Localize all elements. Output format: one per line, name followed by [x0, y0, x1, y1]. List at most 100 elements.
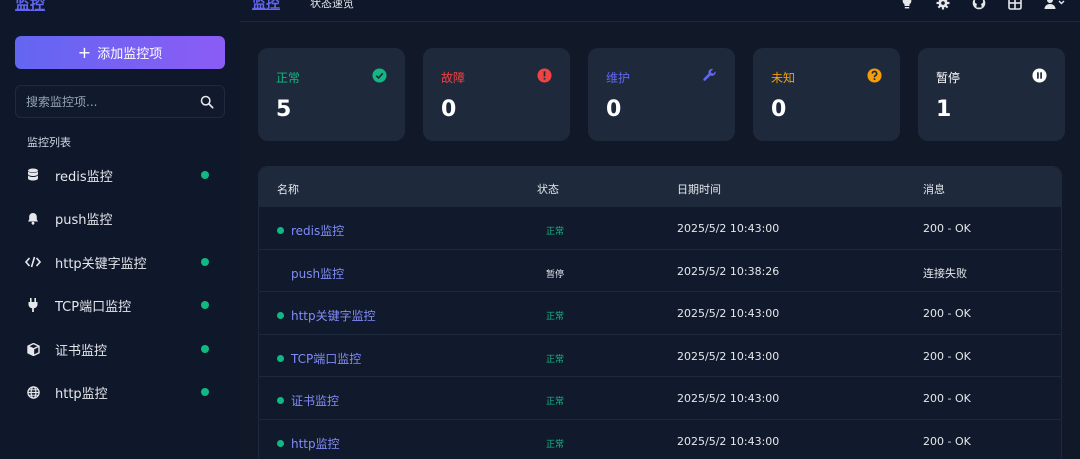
- card-label: 正常: [276, 71, 301, 85]
- cube-icon: [25, 341, 41, 357]
- sidebar-brand[interactable]: 监控: [15, 0, 45, 14]
- topbar-icons: [900, 0, 1066, 10]
- topbar: 监控 状态速览: [240, 0, 1080, 22]
- row-status: 正常: [546, 439, 565, 450]
- card-unknown[interactable]: 未知 0: [753, 48, 900, 141]
- topbar-subtitle: 状态速览: [310, 0, 354, 10]
- topbar-brand[interactable]: 监控: [252, 0, 280, 13]
- app: 监控 + 添加监控项 监控列表 redis监控 push监控: [0, 0, 1080, 459]
- status-dot: [201, 258, 209, 266]
- gear-icon[interactable]: [936, 0, 950, 10]
- table-row[interactable]: http监控 正常 2025/5/2 10:43:00 200 - OK: [259, 420, 1061, 459]
- row-name[interactable]: http监控: [277, 435, 340, 452]
- row-status: 正常: [546, 397, 565, 407]
- row-status: 暂停: [546, 269, 565, 280]
- sidebar-item-push[interactable]: push监控: [15, 200, 225, 236]
- column-header[interactable]: 消息: [923, 181, 945, 197]
- sidebar-item-label: http关键字监控: [55, 256, 147, 272]
- column-header[interactable]: 名称: [277, 181, 299, 197]
- status-dot: [277, 397, 284, 404]
- card-maintenance[interactable]: 维护 0: [588, 48, 735, 141]
- add-monitor-label: 添加监控项: [97, 47, 163, 62]
- monitor-list-title: 监控列表: [27, 136, 71, 149]
- search-input[interactable]: [26, 94, 200, 109]
- row-name[interactable]: TCP端口监控: [277, 350, 361, 367]
- status-dot: [277, 227, 284, 234]
- row-message: 200 - OK: [923, 222, 971, 235]
- user-icon[interactable]: [1044, 0, 1066, 10]
- row-name[interactable]: 证书监控: [277, 392, 339, 409]
- table-row[interactable]: push监控 暂停 2025/5/2 10:38:26 连接失败: [259, 250, 1061, 292]
- table-row[interactable]: TCP端口监控 正常 2025/5/2 10:43:00 200 - OK: [259, 335, 1061, 377]
- row-message: 200 - OK: [923, 392, 971, 405]
- status-dot: [201, 388, 209, 396]
- row-name-text: push监控: [291, 266, 345, 281]
- table-row[interactable]: redis监控 正常 2025/5/2 10:43:00 200 - OK: [259, 207, 1061, 250]
- pause-circle-icon: [1032, 68, 1047, 83]
- card-label: 维护: [606, 71, 631, 85]
- code-icon: [25, 254, 41, 270]
- search-box: [15, 85, 225, 118]
- row-time: 2025/5/2 10:43:00: [677, 349, 780, 363]
- row-time: 2025/5/2 10:43:00: [677, 434, 780, 448]
- status-dot: [277, 354, 284, 362]
- sidebar-item-label: push监控: [55, 212, 113, 228]
- row-time: 2025/5/2 10:38:26: [677, 264, 780, 278]
- row-message: 连接失败: [923, 266, 967, 280]
- table-row[interactable]: http关键字监控 正常 2025/5/2 10:43:00 200 - OK: [259, 292, 1061, 335]
- plus-icon: +: [77, 42, 92, 62]
- alert-circle-icon: [537, 68, 552, 83]
- card-label: 暂停: [936, 71, 961, 85]
- sidebar: 监控 + 添加监控项 监控列表 redis监控 push监控: [0, 0, 240, 459]
- status-dot: [277, 312, 284, 319]
- database-icon: [25, 167, 41, 183]
- status-dot: [277, 439, 284, 447]
- search-icon[interactable]: [200, 95, 214, 109]
- sidebar-item-cert[interactable]: 证书监控: [15, 331, 225, 367]
- add-monitor-button[interactable]: + 添加监控项: [15, 36, 225, 69]
- sidebar-item-tcp[interactable]: TCP端口监控: [15, 287, 225, 323]
- sidebar-item-label: redis监控: [55, 169, 113, 185]
- sidebar-item-http-keyword[interactable]: http关键字监控: [15, 244, 225, 280]
- grid-icon[interactable]: [1008, 0, 1022, 10]
- card-fault[interactable]: 故障 0: [423, 48, 570, 141]
- status-cards: 正常 5 故障 0 维护 0 未知 0 暂停 1: [258, 48, 1065, 141]
- sidebar-item-redis[interactable]: redis监控: [15, 157, 225, 193]
- row-name[interactable]: push监控: [277, 265, 344, 282]
- card-paused[interactable]: 暂停 1: [918, 48, 1065, 141]
- plug-icon: [25, 297, 41, 313]
- row-time: 2025/5/2 10:43:00: [677, 307, 780, 320]
- status-dot: [201, 171, 209, 179]
- monitor-table: 名称 状态 日期时间 消息 redis监控 正常 2025/5/2 10:43:…: [258, 166, 1062, 459]
- table-row[interactable]: 证书监控 正常 2025/5/2 10:43:00 200 - OK: [259, 377, 1061, 420]
- lightbulb-icon[interactable]: [900, 0, 914, 10]
- card-normal[interactable]: 正常 5: [258, 48, 405, 141]
- card-value: 0: [441, 97, 457, 122]
- row-time: 2025/5/2 10:43:00: [677, 392, 780, 405]
- row-name-text: http监控: [291, 436, 340, 451]
- card-label: 未知: [771, 71, 796, 85]
- question-circle-icon: [867, 68, 882, 83]
- row-message: 200 - OK: [923, 307, 971, 320]
- row-time: 2025/5/2 10:43:00: [677, 222, 780, 235]
- column-header[interactable]: 日期时间: [677, 181, 721, 197]
- table-header: 名称 状态 日期时间 消息: [259, 167, 1061, 207]
- row-name[interactable]: redis监控: [277, 222, 344, 239]
- card-value: 0: [771, 97, 787, 122]
- status-dot: [201, 345, 209, 353]
- check-circle-icon: [372, 68, 387, 83]
- card-label: 故障: [441, 71, 466, 85]
- row-name[interactable]: http关键字监控: [277, 307, 376, 324]
- sidebar-item-http[interactable]: http监控: [15, 374, 225, 410]
- row-status: 正常: [546, 354, 565, 365]
- main-content: 监控 状态速览 正常 5 故障 0 维护 0 未知 0 暂停 1 名称 状态 日…: [240, 0, 1080, 459]
- row-name-text: redis监控: [291, 224, 345, 238]
- status-dot: [277, 270, 284, 277]
- wrench-icon: [703, 68, 716, 81]
- column-header[interactable]: 状态: [537, 181, 559, 197]
- sidebar-item-label: 证书监控: [55, 343, 108, 359]
- globe-icon: [25, 384, 41, 400]
- row-name-text: http关键字监控: [291, 309, 376, 323]
- github-icon[interactable]: [972, 0, 986, 10]
- card-value: 5: [276, 97, 292, 122]
